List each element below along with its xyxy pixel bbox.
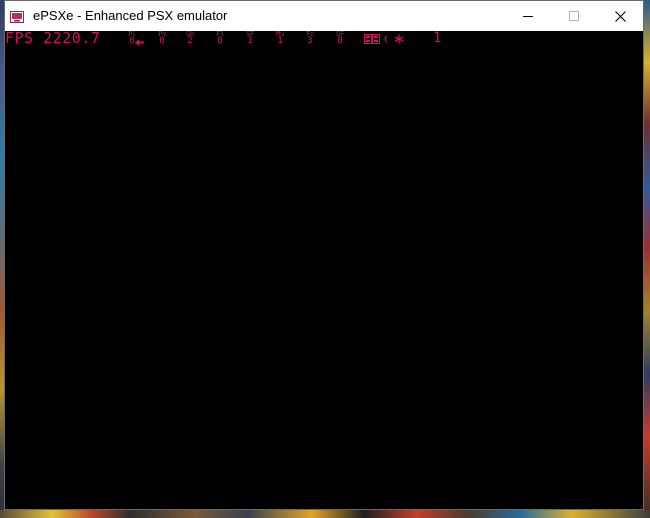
hud-stat-mu: Mu 1 <box>273 31 287 46</box>
maximize-button[interactable] <box>551 1 597 31</box>
hud-stat-ps: Ps 0 <box>155 31 169 46</box>
hud-stat-value: 2 <box>187 36 193 46</box>
arrow-left-icon <box>135 31 144 50</box>
emulator-screen[interactable]: FPS 2220.7 Pl 0 Ps 0 Gb 2 Fl 0 SF 1 Mu 1… <box>5 31 643 509</box>
fps-counter: FPS 2220.7 <box>5 31 101 47</box>
hud-stat-sf: SF 1 <box>243 31 257 46</box>
window-title: ePSXe - Enhanced PSX emulator <box>33 8 228 23</box>
hud-stat-value: 1 <box>247 36 253 46</box>
hud-stat-value: 1 <box>277 36 283 46</box>
minimize-icon <box>523 16 533 17</box>
moon-icon <box>383 31 391 48</box>
maximize-icon <box>569 11 579 21</box>
close-button[interactable] <box>597 1 643 31</box>
hud-stat-value: 0 <box>337 36 343 46</box>
hud-stat-gb: Gb 2 <box>183 31 197 46</box>
hud-stat-value: 0 <box>159 36 165 46</box>
desktop-wallpaper-bottom <box>0 510 650 518</box>
hud-stat-fc: Fc 3 <box>303 31 317 46</box>
hud-stat-value: 0 <box>217 36 223 46</box>
hud-status-icons <box>364 32 404 44</box>
epsxe-app-icon[interactable] <box>10 9 24 23</box>
desktop-wallpaper-right <box>643 0 650 518</box>
hud-stat-value: 3 <box>307 36 313 46</box>
hud-overlay: FPS 2220.7 Pl 0 Ps 0 Gb 2 Fl 0 SF 1 Mu 1… <box>5 31 643 51</box>
emulator-window: ePSXe - Enhanced PSX emulator FPS 2220.7… <box>4 0 644 510</box>
minimize-button[interactable] <box>505 1 551 31</box>
close-icon <box>614 10 626 22</box>
hud-number: 1 <box>433 31 442 46</box>
memory-card-icon <box>364 31 380 48</box>
hud-stat-fl: Fl 0 <box>213 31 227 46</box>
hud-stat-gf: GF 0 <box>333 31 347 46</box>
title-bar[interactable]: ePSXe - Enhanced PSX emulator <box>5 1 643 31</box>
asterisk-icon <box>394 31 404 48</box>
